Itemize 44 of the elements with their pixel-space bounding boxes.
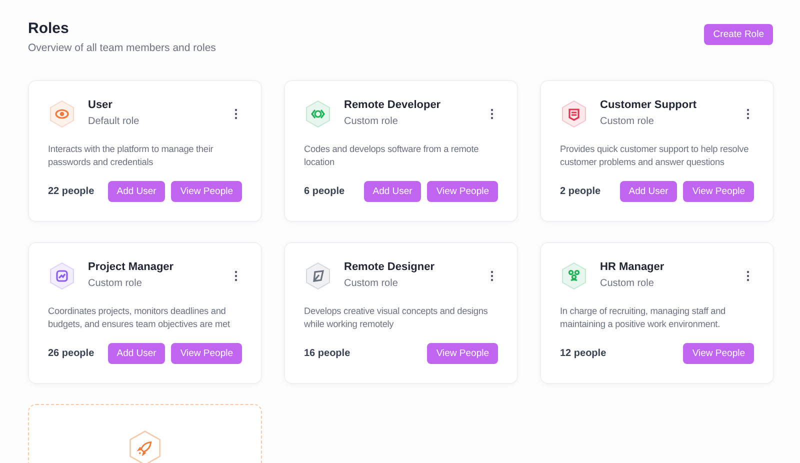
- code-icon: [304, 100, 332, 128]
- people-count: 2 people: [560, 184, 602, 199]
- role-description: Codes and develops software from a remote location: [304, 142, 480, 169]
- team-icon: [560, 262, 588, 290]
- page-subtitle: Overview of all team members and roles: [28, 41, 216, 56]
- role-type: Default role: [88, 114, 140, 129]
- role-name: Project Manager: [88, 260, 175, 274]
- eye-icon: [48, 100, 76, 128]
- role-name: Remote Designer: [344, 260, 436, 274]
- role-action-button[interactable]: View People: [171, 180, 242, 202]
- people-count: 22 people: [48, 184, 96, 199]
- role-action-button[interactable]: View People: [427, 180, 498, 202]
- page-title: Roles: [28, 20, 70, 38]
- role-description: Coordinates projects, monitors deadlines and budgets, and ensures team objectives are met: [48, 304, 231, 331]
- people-count: 26 people: [48, 346, 96, 361]
- role-action-button[interactable]: Add User: [108, 342, 166, 364]
- role-type: Custom role: [88, 276, 143, 291]
- role-action-button[interactable]: View People: [171, 342, 242, 364]
- role-action-button[interactable]: View People: [683, 180, 754, 202]
- role-type: Custom role: [600, 276, 655, 291]
- chart-icon: [48, 262, 76, 290]
- role-name: Remote Developer: [344, 98, 442, 112]
- role-name: HR Manager: [600, 260, 666, 274]
- role-name: User: [88, 98, 114, 112]
- role-name: Customer Support: [600, 98, 698, 112]
- role-type: Custom role: [344, 114, 399, 129]
- role-type: Custom role: [344, 276, 399, 291]
- create-role-button[interactable]: Create Role: [704, 24, 773, 45]
- support-icon: [560, 100, 588, 128]
- role-action-button[interactable]: Add User: [620, 180, 678, 202]
- pen-icon: [304, 262, 332, 290]
- role-description: Provides quick customer support to help resolve customer problems and answer questions: [560, 142, 750, 169]
- rocket-icon: [127, 430, 163, 463]
- role-action-button[interactable]: Add User: [108, 180, 166, 202]
- role-description: In charge of recruiting, managing staff and maintaining a positive work environment.: [560, 304, 726, 331]
- role-description: Interacts with the platform to manage their passwords and credentials: [48, 142, 214, 169]
- people-count: 12 people: [560, 346, 608, 361]
- role-type: Custom role: [600, 114, 655, 129]
- people-count: 6 people: [304, 184, 346, 199]
- people-count: 16 people: [304, 346, 352, 361]
- role-action-button[interactable]: Add User: [364, 180, 422, 202]
- role-description: Develops creative visual concepts and designs while working remotely: [304, 304, 489, 331]
- role-action-button[interactable]: View People: [427, 342, 498, 364]
- role-action-button[interactable]: View People: [683, 342, 754, 364]
